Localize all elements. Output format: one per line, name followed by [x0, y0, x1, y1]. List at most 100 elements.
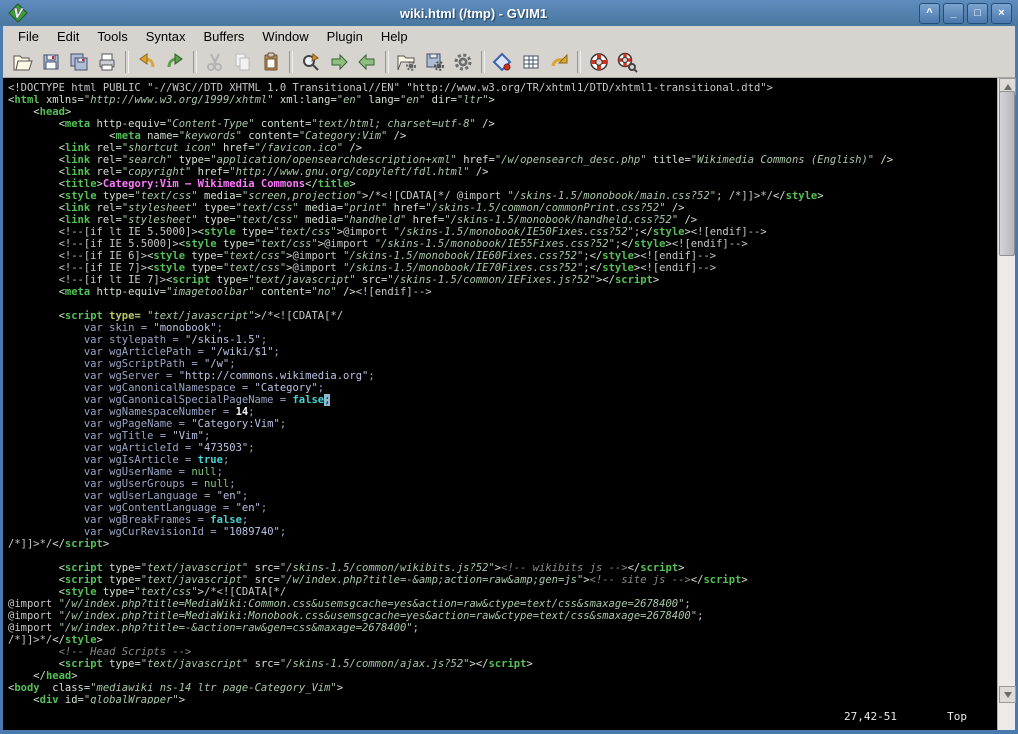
- toolbar-help-button[interactable]: [586, 49, 612, 75]
- code-line-27[interactable]: var wgCanonicalSpecialPageName = false;: [8, 394, 998, 406]
- code-segment: "/skins-1.5/common/commonPrint.css?52": [425, 202, 665, 214]
- code-segment: http-equiv=: [90, 286, 166, 298]
- toolbar-open-button[interactable]: [10, 49, 36, 75]
- code-line-21[interactable]: var skin = "monobook";: [8, 322, 998, 334]
- code-line-48[interactable]: <!-- Head Scripts -->: [8, 646, 998, 658]
- code-line-23[interactable]: var wgArticlePath = "/wiki/$1";: [8, 346, 998, 358]
- menu-window[interactable]: Window: [253, 28, 317, 45]
- code-line-17[interactable]: <!--[if lt IE 7]><script type="text/java…: [8, 274, 998, 286]
- toolbar-tagjump-button[interactable]: [546, 49, 572, 75]
- code-line-24[interactable]: var wgScriptPath = "/w";: [8, 358, 998, 370]
- code-line-6[interactable]: <link rel="shortcut icon" href="/favicon…: [8, 142, 998, 154]
- maximize-button[interactable]: □: [967, 3, 988, 24]
- code-line-33[interactable]: var wgUserName = null;: [8, 466, 998, 478]
- code-line-5[interactable]: <meta name="keywords" content="Category:…: [8, 130, 998, 142]
- code-line-11[interactable]: <link rel="stylesheet" type="text/css" m…: [8, 202, 998, 214]
- titlebar[interactable]: wiki.html (/tmp) - GVIM1 ^_□×: [0, 0, 1018, 26]
- menu-buffers[interactable]: Buffers: [194, 28, 253, 45]
- scrollbar[interactable]: [997, 78, 1015, 730]
- toolbar-redo-button[interactable]: [162, 49, 188, 75]
- code-segment: /*<![CDATA[*/: [261, 310, 343, 322]
- code-line-46[interactable]: @import "/w/index.php?title=-&action=raw…: [8, 622, 998, 634]
- toolbar-saveall-button[interactable]: [66, 49, 92, 75]
- code-line-3[interactable]: <head>: [8, 106, 998, 118]
- toolbar-save-button[interactable]: [38, 49, 64, 75]
- code-line-44[interactable]: @import "/w/index.php?title=MediaWiki:Co…: [8, 598, 998, 610]
- code-line-31[interactable]: var wgArticleId = "473503";: [8, 442, 998, 454]
- code-line-30[interactable]: var wgTitle = "Vim";: [8, 430, 998, 442]
- code-segment: "Wikimedia Commons (English)": [691, 154, 874, 166]
- code-line-16[interactable]: <!--[if IE 7]><style type="text/css">@im…: [8, 262, 998, 274]
- code-segment: "/skins-1.5/monobook/IE50Fixes.css?52": [394, 226, 634, 238]
- code-line-43[interactable]: <style type="text/css">/*<![CDATA[*/: [8, 586, 998, 598]
- menu-file[interactable]: File: [9, 28, 48, 45]
- code-line-51[interactable]: <body class="mediawiki ns-14 ltr page-Ca…: [8, 682, 998, 694]
- code-segment: <!--[if lt IE 7]>: [8, 274, 166, 286]
- toolbar-tags-button[interactable]: [518, 49, 544, 75]
- code-line-20[interactable]: <script type= "text/javascript">/*<![CDA…: [8, 310, 998, 322]
- menu-edit[interactable]: Edit: [48, 28, 88, 45]
- code-line-13[interactable]: <!--[if lt IE 5.5000]><style type="text/…: [8, 226, 998, 238]
- menu-help[interactable]: Help: [372, 28, 417, 45]
- code-line-14[interactable]: <!--[if IE 5.5000]><style type="text/css…: [8, 238, 998, 250]
- code-line-8[interactable]: <link rel="copyright" href="http://www.g…: [8, 166, 998, 178]
- toolbar-loadsession-button[interactable]: [394, 49, 420, 75]
- menu-tools[interactable]: Tools: [88, 28, 136, 45]
- code-line-50[interactable]: </head>: [8, 670, 998, 682]
- code-segment: [8, 502, 84, 514]
- code-line-19[interactable]: [8, 298, 998, 310]
- code-segment: style: [65, 634, 97, 646]
- text-editor[interactable]: <!DOCTYPE html PUBLIC "-//W3C//DTD XHTML…: [3, 78, 998, 730]
- toolbar-print-button[interactable]: [94, 49, 120, 75]
- code-segment: content=: [242, 130, 299, 142]
- code-line-15[interactable]: <!--[if IE 6]><style type="text/css">@im…: [8, 250, 998, 262]
- code-line-28[interactable]: var wgNamespaceNumber = 14;: [8, 406, 998, 418]
- window-title: wiki.html (/tmp) - GVIM1: [28, 6, 919, 21]
- code-line-45[interactable]: @import "/w/index.php?title=MediaWiki:Mo…: [8, 610, 998, 622]
- menu-plugin[interactable]: Plugin: [318, 28, 372, 45]
- close-button[interactable]: ×: [991, 3, 1012, 24]
- code-line-42[interactable]: <script type="text/javascript" src="/w/i…: [8, 574, 998, 586]
- code-line-12[interactable]: <link rel="stylesheet" type="text/css" m…: [8, 214, 998, 226]
- code-line-38[interactable]: var wgCurRevisionId = "1089740";: [8, 526, 998, 538]
- code-line-25[interactable]: var wgServer = "http://commons.wikimedia…: [8, 370, 998, 382]
- toolbar-make-button[interactable]: [490, 49, 516, 75]
- toolbar-findreplace-button[interactable]: [298, 49, 324, 75]
- code-line-36[interactable]: var wgContentLanguage = "en";: [8, 502, 998, 514]
- code-line-2[interactable]: <html xmlns="http://www.w3.org/1999/xhtm…: [8, 94, 998, 106]
- code-line-34[interactable]: var wgUserGroups = null;: [8, 478, 998, 490]
- code-line-26[interactable]: var wgCanonicalNamespace = "Category";: [8, 382, 998, 394]
- toolbar-paste-button[interactable]: [258, 49, 284, 75]
- code-line-1[interactable]: <!DOCTYPE html PUBLIC "-//W3C//DTD XHTML…: [8, 82, 998, 94]
- menu-syntax[interactable]: Syntax: [137, 28, 195, 45]
- code-line-47[interactable]: /*]]>*/</style>: [8, 634, 998, 646]
- code-line-10[interactable]: <style type="text/css" media="screen,pro…: [8, 190, 998, 202]
- toolbar-runscript-button[interactable]: [450, 49, 476, 75]
- code-line-18[interactable]: <meta http-equiv="imagetoolbar" content=…: [8, 286, 998, 298]
- toolbar-savesession-button[interactable]: [422, 49, 448, 75]
- code-line-40[interactable]: [8, 550, 998, 562]
- code-line-35[interactable]: var wgUserLanguage = "en";: [8, 490, 998, 502]
- code-line-49[interactable]: <script type="text/javascript" src="/ski…: [8, 658, 998, 670]
- code-line-22[interactable]: var stylepath = "/skins-1.5";: [8, 334, 998, 346]
- toolbar-undo-button[interactable]: [134, 49, 160, 75]
- code-line-39[interactable]: /*]]>*/</script>: [8, 538, 998, 550]
- toolbar-findhelp-button[interactable]: [614, 49, 640, 75]
- code-segment: script: [65, 310, 103, 322]
- code-segment: "en": [217, 490, 242, 502]
- code-line-9[interactable]: <title>Category:Vim – Wikimedia Commons<…: [8, 178, 998, 190]
- scrollbar-thumb[interactable]: [999, 91, 1015, 256]
- code-area[interactable]: <!DOCTYPE html PUBLIC "-//W3C//DTD XHTML…: [3, 78, 998, 706]
- code-line-29[interactable]: var wgPageName = "Category:Vim";: [8, 418, 998, 430]
- code-segment: [8, 586, 59, 598]
- minimize-button[interactable]: _: [943, 3, 964, 24]
- toolbar-findnext-button[interactable]: [326, 49, 352, 75]
- scrollbar-down-button[interactable]: [999, 686, 1016, 703]
- code-line-7[interactable]: <link rel="search" type="application/ope…: [8, 154, 998, 166]
- code-line-32[interactable]: var wgIsArticle = true;: [8, 454, 998, 466]
- code-line-4[interactable]: <meta http-equiv="Content-Type" content=…: [8, 118, 998, 130]
- code-line-37[interactable]: var wgBreakFrames = false;: [8, 514, 998, 526]
- shade-button[interactable]: ^: [919, 3, 940, 24]
- code-line-41[interactable]: <script type="text/javascript" src="/ski…: [8, 562, 998, 574]
- toolbar-findprev-button[interactable]: [354, 49, 380, 75]
